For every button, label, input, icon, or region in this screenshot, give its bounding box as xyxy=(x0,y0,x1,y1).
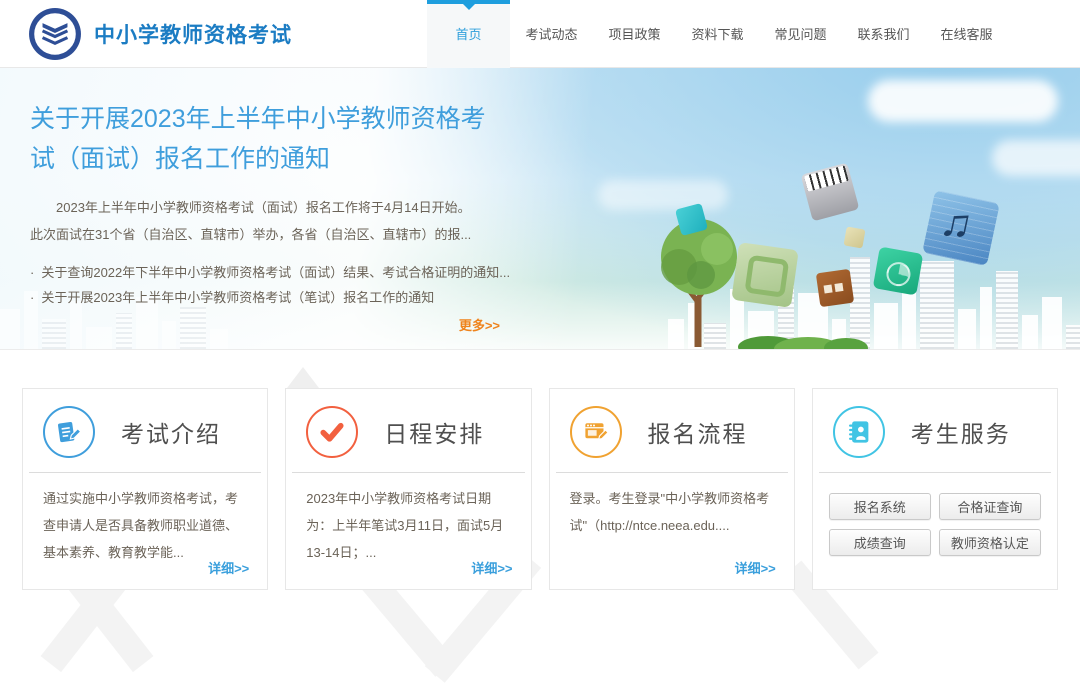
nav-item-home[interactable]: 首页 xyxy=(427,0,510,68)
bushes-illustration xyxy=(738,327,868,350)
card-candidate-services: 考生服务 报名系统 合格证查询 成绩查询 教师资格认定 xyxy=(812,388,1058,590)
notice-list-item[interactable]: 关于开展2023年上半年中小学教师资格考试（笔试）报名工作的通知 xyxy=(30,285,500,310)
card-body: 通过实施中小学教师资格考试，考查申请人是否具备教师职业道德、基本素养、教育教学能… xyxy=(23,473,267,566)
feature-cards: 考试介绍 通过实施中小学教师资格考试，考查申请人是否具备教师职业道德、基本素养、… xyxy=(22,388,1058,590)
notice-list-item[interactable]: 关于查询2022年下半年中小学教师资格考试（面试）结果、考试合格证明的通知... xyxy=(30,260,500,285)
detail-link-exam-intro[interactable]: 详细>> xyxy=(208,558,249,577)
site-title: 中小学教师资格考试 xyxy=(94,19,292,49)
main-nav: 首页 考试动态 项目政策 资料下载 常见问题 联系我们 在线客服 xyxy=(427,0,1008,68)
detail-link-signup-flow[interactable]: 详细>> xyxy=(735,558,776,577)
cloud xyxy=(992,140,1080,176)
banner-text-column: 关于开展2023年上半年中小学教师资格考试（面试）报名工作的通知 2023年上半… xyxy=(30,99,500,334)
card-schedule: 日程安排 2023年中小学教师资格考试日期为：上半年笔试3月11日，面试5月13… xyxy=(285,388,531,590)
floating-cube-green xyxy=(731,242,798,308)
detail-link-schedule[interactable]: 详细>> xyxy=(471,558,512,577)
candidate-services-icon xyxy=(833,406,885,458)
nav-item-downloads[interactable]: 资料下载 xyxy=(676,0,759,68)
cloud xyxy=(868,80,1058,122)
more-link[interactable]: 更多>> xyxy=(30,315,500,334)
nav-item-online-service[interactable]: 在线客服 xyxy=(925,0,1008,68)
nav-item-policies[interactable]: 项目政策 xyxy=(593,0,676,68)
floating-cube-music xyxy=(922,190,1000,266)
exam-intro-icon xyxy=(43,406,95,458)
floating-cube-chart xyxy=(873,246,924,295)
card-title: 考试介绍 xyxy=(121,415,221,449)
card-exam-intro: 考试介绍 通过实施中小学教师资格考试，考查申请人是否具备教师职业道德、基本素养、… xyxy=(22,388,268,590)
background-triangle xyxy=(287,367,319,388)
notice-title-link[interactable]: 关于开展2023年上半年中小学教师资格考试（面试）报名工作的通知 xyxy=(30,99,490,179)
teacher-certification-button[interactable]: 教师资格认定 xyxy=(939,529,1041,556)
card-body: 登录。考生登录"中小学教师资格考试"（http://ntce.neea.edu.… xyxy=(550,473,794,539)
signup-flow-icon xyxy=(570,406,622,458)
nav-item-faq[interactable]: 常见问题 xyxy=(759,0,842,68)
hero-banner: 关于开展2023年上半年中小学教师资格考试（面试）报名工作的通知 2023年上半… xyxy=(0,68,1080,350)
schedule-check-icon xyxy=(306,406,358,458)
notice-list: 关于查询2022年下半年中小学教师资格考试（面试）结果、考试合格证明的通知...… xyxy=(30,260,500,310)
cloud xyxy=(598,180,728,210)
card-body: 2023年中小学教师资格考试日期为：上半年笔试3月11日，面试5月13-14日；… xyxy=(286,473,530,566)
card-title: 日程安排 xyxy=(384,415,484,449)
notice-summary: 2023年上半年中小学教师资格考试（面试）报名工作将于4月14日开始。此次面试在… xyxy=(30,194,482,248)
floating-cube-brown xyxy=(816,269,854,307)
nav-item-contact[interactable]: 联系我们 xyxy=(842,0,925,68)
signup-system-button[interactable]: 报名系统 xyxy=(829,493,931,520)
floating-cube-beige xyxy=(843,226,865,248)
floating-cube-piano xyxy=(801,163,860,222)
certificate-query-button[interactable]: 合格证查询 xyxy=(939,493,1041,520)
score-query-button[interactable]: 成绩查询 xyxy=(829,529,931,556)
service-buttons: 报名系统 合格证查询 成绩查询 教师资格认定 xyxy=(813,473,1057,556)
card-signup-flow: 报名流程 登录。考生登录"中小学教师资格考试"（http://ntce.neea… xyxy=(549,388,795,590)
site-logo-icon[interactable] xyxy=(28,7,82,61)
nav-item-exam-news[interactable]: 考试动态 xyxy=(510,0,593,68)
card-title: 报名流程 xyxy=(648,415,748,449)
card-title: 考生服务 xyxy=(911,415,1011,449)
site-header: 中小学教师资格考试 首页 考试动态 项目政策 资料下载 常见问题 联系我们 在线… xyxy=(0,0,1080,68)
